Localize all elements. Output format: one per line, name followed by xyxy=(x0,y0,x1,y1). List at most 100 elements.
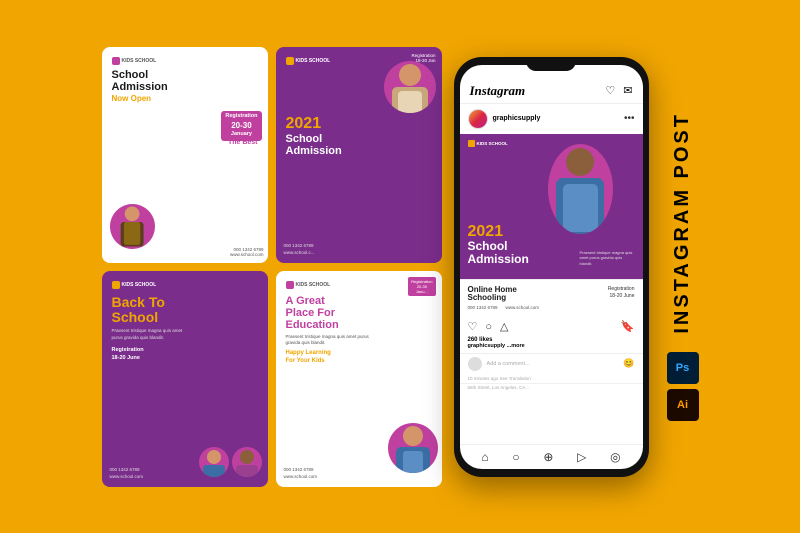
phone-ad-brand-name: KIDS SCHOOL xyxy=(477,141,508,146)
card2-student-figure xyxy=(384,61,436,113)
card1-student-figure xyxy=(110,204,155,249)
nav-add-icon[interactable]: ⊕ xyxy=(543,450,553,464)
instagram-post-label: INSTAGRAM POST xyxy=(671,112,694,334)
card4-reg-corner: Registration 20-30 Janu... xyxy=(408,277,435,297)
card4-title: A GreatPlace ForEducation xyxy=(286,295,376,331)
ig-avatar xyxy=(468,109,488,129)
card1-reg-box: Registration 20-30 January xyxy=(221,111,261,142)
card1-footer: 000 1342 6789 www.school.com xyxy=(152,247,264,257)
brand-icon-card2 xyxy=(286,57,294,65)
brand-card3: KIDS SCHOOL xyxy=(112,281,258,289)
phone-second-website: www.school.com xyxy=(506,305,540,310)
brand-icon-card4 xyxy=(286,281,294,289)
card3-website: www.school.com xyxy=(110,473,144,480)
card3-footer: 000 1342 6789 www.school.com xyxy=(110,466,144,480)
card2-title: SchoolAdmission xyxy=(286,133,432,157)
software-badges: Ps Ai xyxy=(667,352,699,421)
card4-website: www.school.com xyxy=(284,473,318,480)
ig-comment-icon[interactable]: ○ xyxy=(485,321,492,333)
phone-reg-label: Registration xyxy=(608,286,635,292)
card1-reg-month: January xyxy=(225,131,257,139)
brand-icon-card3 xyxy=(112,281,120,289)
phone-second-title: Online HomeSchooling xyxy=(468,286,517,304)
phone-body: Instagram ♡ ✉ graphicsupply ••• xyxy=(454,57,649,477)
card1-subtitle: Now Open xyxy=(112,94,258,103)
ig-bookmark-icon[interactable]: 🔖 xyxy=(621,320,635,333)
card3-circle1 xyxy=(199,447,229,477)
card3-circles-row xyxy=(199,447,262,477)
ig-share-icon[interactable]: △ xyxy=(500,320,508,333)
phone-nav: ⌂ ○ ⊕ ▷ ◎ xyxy=(460,444,643,469)
ig-more-icon[interactable]: ••• xyxy=(624,113,635,124)
brand-name-card1: KIDS SCHOOL xyxy=(122,58,157,64)
brand-name-card3: KIDS SCHOOL xyxy=(122,282,157,288)
nav-reels-icon[interactable]: ▷ xyxy=(577,450,586,464)
card1-website: www.school.com xyxy=(152,252,264,257)
phone-ad-brand: KIDS SCHOOL xyxy=(468,140,508,147)
cards-grid: KIDS SCHOOL SchoolAdmission Now Open You… xyxy=(102,47,442,487)
phone-ad-card: KIDS SCHOOL 2021 SchoolAdmission Praesen… xyxy=(460,134,643,279)
card3-student2 xyxy=(232,447,262,477)
phone-container: Instagram ♡ ✉ graphicsupply ••• xyxy=(454,57,649,477)
card1-title: SchoolAdmission xyxy=(112,69,258,93)
card3-desc: Praesent tristique magna quis amet purus… xyxy=(112,328,192,341)
phone-second-reg: Registration 18-20 June xyxy=(608,286,635,300)
ai-badge: Ai xyxy=(667,389,699,421)
ig-commenter-avatar xyxy=(468,357,482,371)
card1-reg-label: Registration xyxy=(225,113,257,121)
main-container: KIDS SCHOOL SchoolAdmission Now Open You… xyxy=(0,0,800,533)
phone-screen: Instagram ♡ ✉ graphicsupply ••• xyxy=(460,65,643,469)
card4-phone: 000 1342 6789 xyxy=(284,466,318,473)
ig-post-header: graphicsupply ••• xyxy=(460,104,643,134)
ig-emoji-icon[interactable]: 😊 xyxy=(623,358,634,369)
card-school-admission-white: KIDS SCHOOL SchoolAdmission Now Open You… xyxy=(102,47,268,263)
phone-second-card: Online HomeSchooling Registration 18-20 … xyxy=(460,279,643,317)
card2-footer: 000 1342 6789 www.school.c... xyxy=(284,242,315,256)
brand-card1: KIDS SCHOOL xyxy=(112,57,258,65)
card4-reg-month: Janu... xyxy=(411,289,432,294)
brand-name-card2: KIDS SCHOOL xyxy=(296,58,331,64)
right-panel: INSTAGRAM POST Ps Ai xyxy=(667,112,699,421)
card4-student-figure xyxy=(388,423,438,473)
ig-heart-icon[interactable]: ♡ xyxy=(605,84,615,97)
card3-title: Back ToSchool xyxy=(112,295,258,326)
card4-reg-label: Registration xyxy=(411,279,432,284)
phone-notch xyxy=(526,57,576,71)
card-back-to-school: KIDS SCHOOL Back ToSchool Praesent trist… xyxy=(102,271,268,487)
phone-ad-brand-icon xyxy=(468,140,475,147)
phone-ad-student xyxy=(548,144,613,234)
card2-website: www.school.c... xyxy=(284,249,315,256)
phone-second-info: 000 1342 6789 www.school.com xyxy=(468,305,635,310)
phone-second-phone: 000 1342 6789 xyxy=(468,305,498,310)
card3-circle2 xyxy=(232,447,262,477)
card3-phone: 000 1342 6789 xyxy=(110,466,144,473)
ig-like-icon[interactable]: ♡ xyxy=(468,320,478,333)
nav-profile-icon[interactable]: ◎ xyxy=(610,450,620,464)
ig-caption-more[interactable]: ...more xyxy=(507,343,525,349)
card-education: KIDS SCHOOL Registration 20-30 Janu... A… xyxy=(276,271,442,487)
phone-reg-dates: 18-20 June xyxy=(609,293,634,299)
brand-icon-card1 xyxy=(112,57,120,65)
ig-comment-input[interactable]: Add a comment... 😊 xyxy=(460,353,643,374)
ig-time: 10 minutes ago See Translation xyxy=(460,374,643,383)
card-school-admission-purple: KIDS SCHOOL Registration 18-20 Jun 2021 … xyxy=(276,47,442,263)
ig-messenger-icon[interactable]: ✉ xyxy=(623,84,632,97)
nav-home-icon[interactable]: ⌂ xyxy=(481,450,488,464)
phone-ad-desc: Praesent tristique magna quis amet purus… xyxy=(580,250,635,267)
card4-student-circle xyxy=(388,423,438,473)
ig-username: graphicsupply xyxy=(493,115,619,122)
ig-caption-user[interactable]: graphicsupply xyxy=(468,343,506,349)
card4-subtitle: Happy LearningFor Your Kids xyxy=(286,350,432,366)
phone-ad-title: SchoolAdmission xyxy=(468,240,529,266)
card4-desc: Praesent tristique magna quis amet purus… xyxy=(286,334,371,347)
card2-phone: 000 1342 6789 xyxy=(284,242,315,249)
ig-caption: graphicsupply ...more xyxy=(460,343,643,353)
nav-search-icon[interactable]: ○ xyxy=(512,450,519,464)
card2-year: 2021 xyxy=(286,115,432,133)
ps-badge: Ps xyxy=(667,352,699,384)
ig-actions: ♡ ○ △ 🔖 xyxy=(460,316,643,337)
card2-student-circle xyxy=(384,61,436,113)
card3-reg: Registration18-20 June xyxy=(112,347,258,362)
phone-ad-year: 2021 xyxy=(468,223,504,241)
ig-comment-placeholder[interactable]: Add a comment... xyxy=(487,361,624,367)
